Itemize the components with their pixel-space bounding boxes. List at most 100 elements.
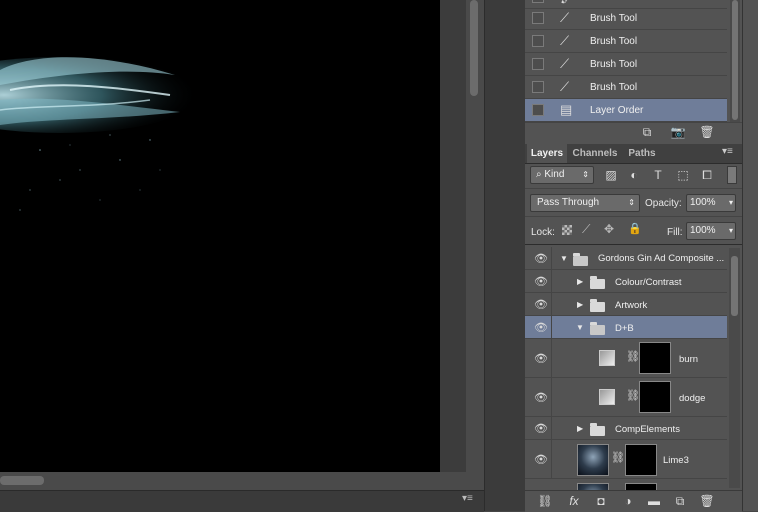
lock-pixels-icon[interactable]: ⟋ [582,222,590,237]
layers-scroll-thumb[interactable] [731,256,738,316]
eye-icon[interactable]: 👁 [534,252,548,265]
filter-kind-label: Kind [544,169,565,180]
layers-footer: ⛓ fx ◘ ◑ ▬ ⧉ 🗑 [525,490,742,512]
lock-all-icon[interactable]: 🔒 [628,222,642,235]
eye-icon[interactable]: 👁 [534,321,548,334]
eye-icon[interactable]: 👁 [534,352,548,365]
history-item[interactable]: ⟋ Brush Tool [525,76,727,99]
history-footer: ⧉ 📷 🗑 [525,122,742,145]
horizontal-scrollbar[interactable] [0,472,484,490]
layer-group-row[interactable]: 👁 ▼ Gordons Gin Ad Composite ... [525,247,727,270]
status-bar [0,490,484,512]
curves-adjustment-icon [599,389,615,405]
layer-name: Artwork [615,300,648,311]
horizontal-scroll-thumb[interactable] [0,476,44,485]
layer-group-row[interactable]: 👁 ▶ CompElements [525,417,727,440]
brush-icon: ⟋ [560,10,570,25]
layer-group-row-selected[interactable]: 👁 ▼ D+B [525,316,727,339]
brush-icon: 🖌 [560,0,580,5]
layer-thumbnail[interactable] [577,444,609,476]
separator [525,188,742,189]
layer-group-row[interactable]: 👁 ▶ Colour/Contrast [525,270,727,293]
snapshot-checkbox[interactable] [532,35,544,47]
new-layer-icon[interactable]: ⧉ [671,494,689,509]
layer-name: dodge [679,393,706,404]
snapshot-checkbox[interactable] [532,12,544,24]
snapshot-checkbox[interactable] [532,0,544,3]
history-item-label: Brush Tool [590,58,638,70]
eye-icon[interactable]: 👁 [534,422,548,435]
layer-name: Colour/Contrast [615,277,682,288]
trash-icon[interactable]: 🗑 [698,494,716,508]
link-layers-icon[interactable]: ⛓ [536,494,554,508]
triangle-down-icon[interactable]: ▼ [576,323,584,332]
history-item-selected[interactable]: ▤ Layer Order [525,99,727,122]
adjustment-layer-row[interactable]: 👁 ⛓ dodge [525,378,727,417]
chain-link-icon[interactable]: ⛓ [611,451,625,464]
tab-layers[interactable]: Layers [527,144,567,163]
shape-filter-icon[interactable]: ⬚ [676,168,690,182]
folder-icon [590,322,605,335]
eye-icon[interactable]: 👁 [534,391,548,404]
smart-object-filter-icon[interactable]: ⧠ [700,168,714,182]
blend-mode-select[interactable]: Pass Through ⇕ [530,194,640,212]
history-item[interactable]: ⟋ Brush Tool [525,30,727,53]
chain-link-icon[interactable]: ⛓ [626,389,640,402]
tab-channels[interactable]: Channels [569,144,621,163]
snapshot-checkbox[interactable] [532,104,544,116]
panel-tabs: Layers Channels Paths [525,144,742,164]
separator [551,440,552,478]
panel-menu-icon[interactable]: ▾≡ [462,493,473,504]
adjustment-filter-icon[interactable]: ◐ [627,168,641,182]
layer-mask-thumbnail[interactable] [625,444,657,476]
vertical-scroll-thumb[interactable] [470,0,478,96]
filter-kind-select[interactable]: ⌕ Kind ⇕ [530,166,594,184]
eye-icon[interactable]: 👁 [534,453,548,466]
document-canvas[interactable] [0,0,440,472]
triangle-right-icon[interactable]: ▶ [577,300,583,309]
history-scroll-thumb[interactable] [732,0,738,120]
add-mask-icon[interactable]: ◘ [592,494,610,508]
eye-icon[interactable]: 👁 [534,298,548,311]
brush-icon: ⟋ [560,33,570,48]
brush-icon: ⟋ [560,79,570,94]
triangle-right-icon[interactable]: ▶ [577,424,583,433]
separator [551,293,552,315]
tab-paths[interactable]: Paths [623,144,661,163]
adjustment-layer-icon[interactable]: ◑ [619,494,637,508]
fx-icon[interactable]: fx [565,494,583,508]
lock-transparency-icon[interactable] [562,225,572,235]
opacity-field[interactable]: 100% ▾ [686,194,736,212]
separator [525,216,742,217]
fill-field[interactable]: 100% ▾ [686,222,736,240]
panel-menu-icon[interactable]: ▾≡ [722,146,733,157]
collapsed-panel-strip[interactable] [742,0,758,511]
separator [551,316,552,338]
history-item[interactable]: ⟋ Brush Tool [525,7,727,30]
camera-icon[interactable]: 📷 [670,125,686,139]
snapshot-checkbox[interactable] [532,81,544,93]
layer-mask-thumbnail[interactable] [639,342,671,374]
panel-dock-divider [484,0,525,511]
image-filter-icon[interactable]: ▨ [604,168,618,182]
filter-toggle-switch[interactable] [727,166,737,184]
pixel-layer-row[interactable]: 👁 ⛓ Lime3 [525,440,727,479]
snapshot-checkbox[interactable] [532,58,544,70]
trash-icon[interactable]: 🗑 [699,125,715,139]
history-item[interactable]: ⟋ Brush Tool [525,53,727,76]
layer-group-row[interactable]: 👁 ▶ Artwork [525,293,727,316]
eye-icon[interactable]: 👁 [534,275,548,288]
adjustment-layer-row[interactable]: 👁 ⛓ burn [525,339,727,378]
layer-mask-thumbnail[interactable] [639,381,671,413]
chain-link-icon[interactable]: ⛓ [626,350,640,363]
new-group-icon[interactable]: ▬ [645,494,663,508]
separator [551,339,552,377]
triangle-down-icon[interactable]: ▼ [560,254,568,263]
triangle-right-icon[interactable]: ▶ [577,277,583,286]
new-document-from-state-icon[interactable]: ⧉ [639,125,655,140]
type-filter-icon[interactable]: T [651,168,665,182]
layer-name: burn [679,354,699,365]
pasteboard [440,0,466,472]
lock-position-icon[interactable]: ✥ [604,222,614,236]
chevron-down-icon: ▾ [728,226,733,235]
